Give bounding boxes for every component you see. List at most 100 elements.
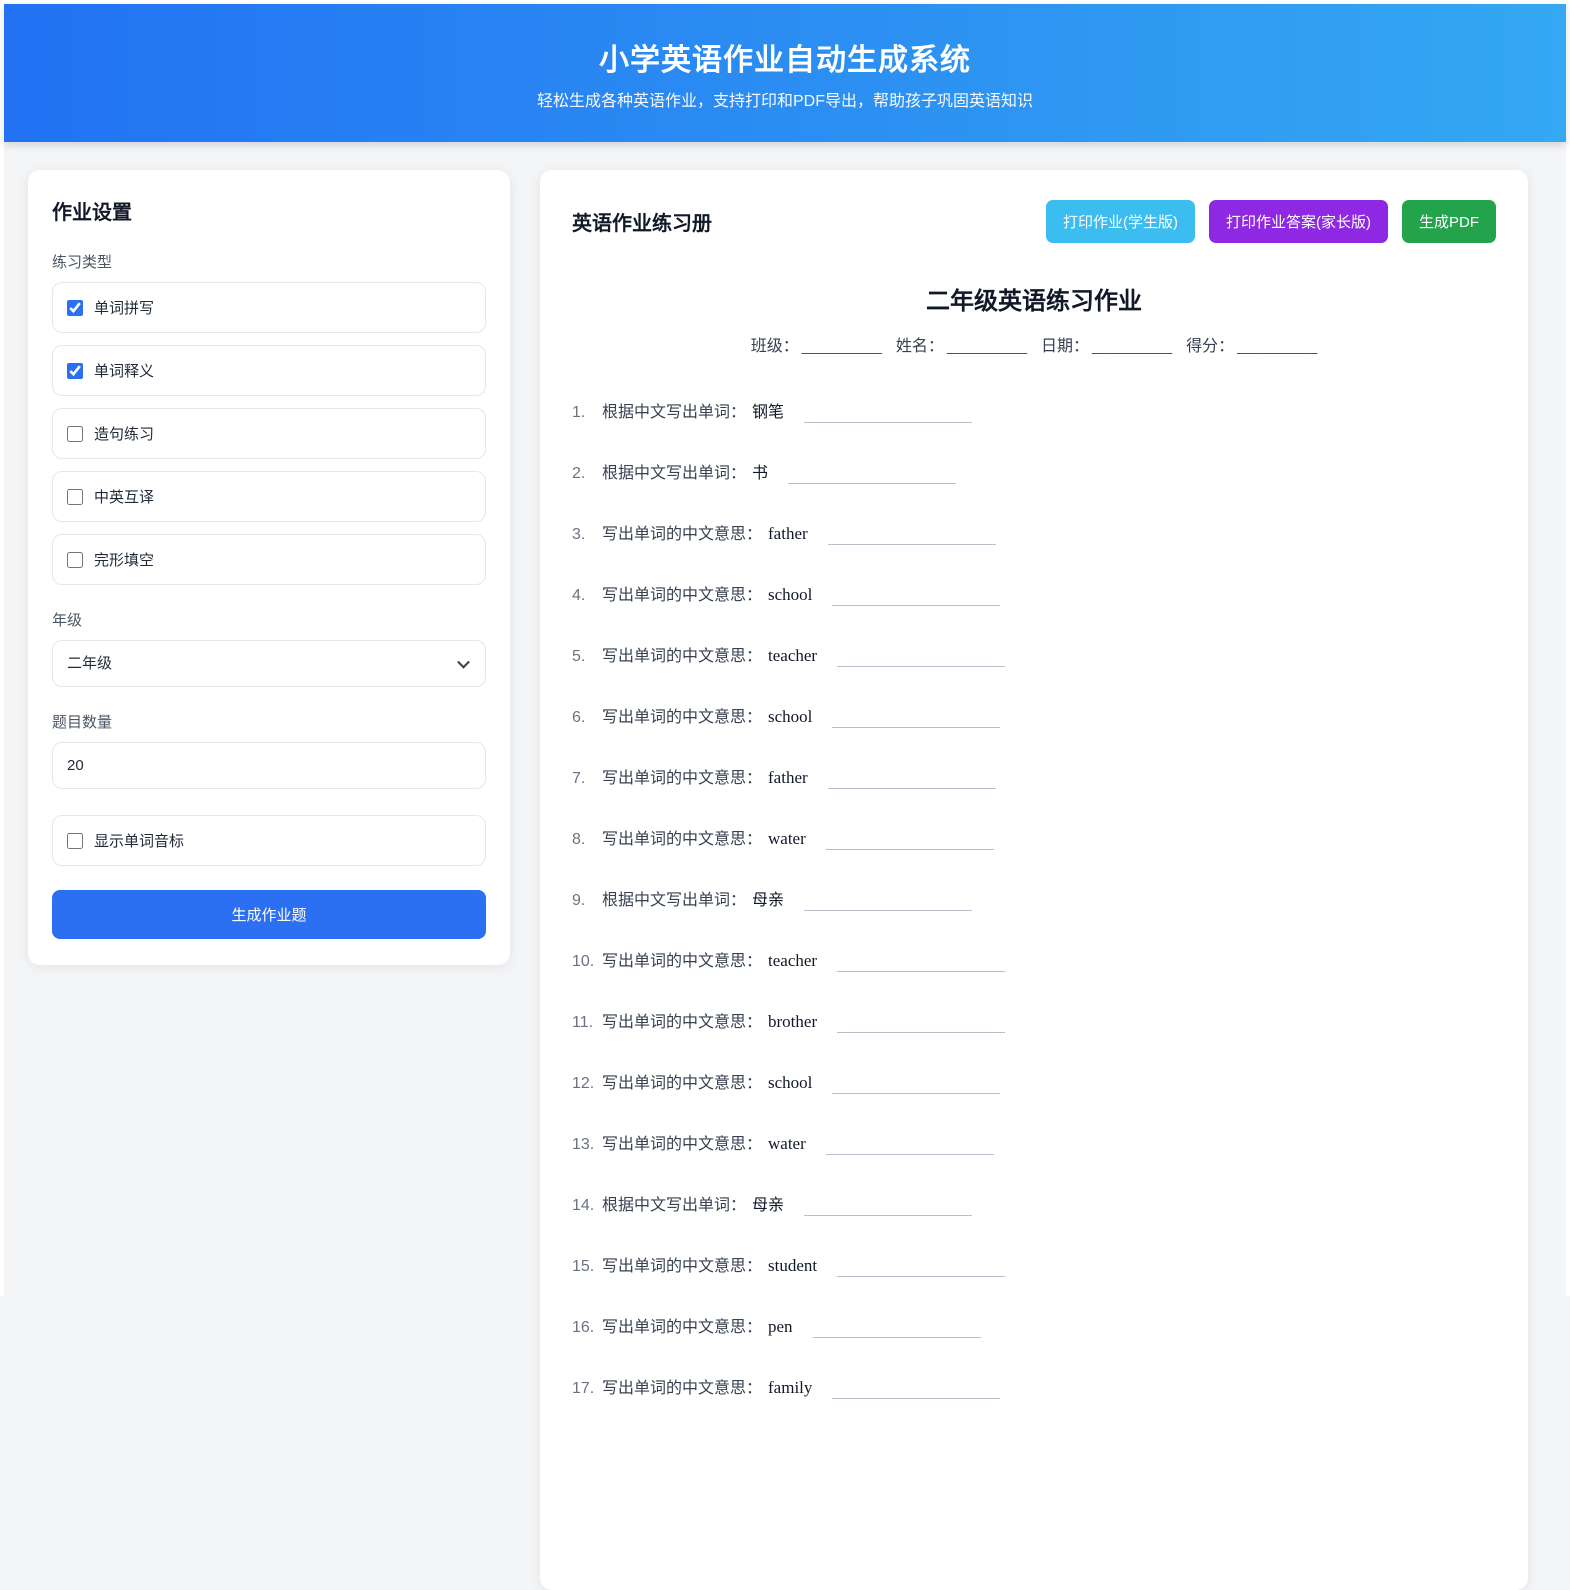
answer-blank-line xyxy=(828,775,996,789)
question-row: 7.写出单词的中文意思：father xyxy=(572,764,1496,788)
question-prompt: 写出单词的中文意思： xyxy=(602,1014,762,1031)
answer-blank-line xyxy=(826,1141,994,1155)
answer-blank-line xyxy=(826,836,994,850)
phonetic-checkbox[interactable] xyxy=(67,833,83,849)
question-word: 钢笔 xyxy=(752,404,784,421)
question-prompt: 写出单词的中文意思： xyxy=(602,648,762,665)
grade-select[interactable]: 二年级 xyxy=(52,640,486,687)
answer-blank-line xyxy=(804,897,972,911)
question-prompt: 写出单词的中文意思： xyxy=(602,1380,762,1397)
question-prompt: 写出单词的中文意思： xyxy=(602,709,762,726)
question-number: 4. xyxy=(572,587,602,605)
answer-blank-line xyxy=(832,714,1000,728)
info-field-blank: _________ xyxy=(947,338,1027,355)
info-field-label: 姓名： xyxy=(896,338,944,355)
question-row: 17.写出单词的中文意思： family xyxy=(572,1374,1496,1398)
exercise-type-option[interactable]: 单词拼写 xyxy=(52,282,486,333)
question-number: 15. xyxy=(572,1258,602,1276)
exercise-type-option[interactable]: 完形填空 xyxy=(52,534,486,585)
question-row: 12.写出单词的中文意思： school xyxy=(572,1069,1496,1093)
generate-pdf-button[interactable]: 生成PDF xyxy=(1402,200,1496,243)
exercise-type-label: 造句练习 xyxy=(94,423,154,444)
question-row: 1.根据中文写出单词：钢笔 xyxy=(572,398,1496,422)
exercise-type-checkbox[interactable] xyxy=(67,300,83,316)
question-prompt: 写出单词的中文意思： xyxy=(602,770,762,787)
exercise-type-option[interactable]: 造句练习 xyxy=(52,408,486,459)
phonetic-option-row[interactable]: 显示单词音标 xyxy=(52,815,486,866)
question-number: 7. xyxy=(572,770,602,788)
exercise-type-label: 单词释义 xyxy=(94,360,154,381)
question-list: 1.根据中文写出单词：钢笔2.根据中文写出单词：书3.写出单词的中文意思：fat… xyxy=(572,398,1496,1398)
exercise-type-option[interactable]: 中英互译 xyxy=(52,471,486,522)
question-row: 6.写出单词的中文意思： school xyxy=(572,703,1496,727)
answer-blank-line xyxy=(804,409,972,423)
question-word: water xyxy=(768,1134,806,1153)
question-row: 4.写出单词的中文意思：school xyxy=(572,581,1496,605)
app-subtitle: 轻松生成各种英语作业，支持打印和PDF导出，帮助孩子巩固英语知识 xyxy=(537,87,1033,111)
question-word: 书 xyxy=(752,465,768,482)
question-word: teacher xyxy=(768,646,817,665)
question-number: 9. xyxy=(572,892,602,910)
question-row: 16.写出单词的中文意思：pen xyxy=(572,1313,1496,1337)
exercise-type-label: 单词拼写 xyxy=(94,297,154,318)
question-prompt: 写出单词的中文意思： xyxy=(602,1136,762,1153)
question-number: 11. xyxy=(572,1014,602,1032)
grade-select-wrap: 二年级 xyxy=(52,640,486,687)
answer-blank-line xyxy=(837,1019,1005,1033)
grade-label: 年级 xyxy=(52,609,486,630)
question-number: 16. xyxy=(572,1319,602,1337)
info-field: 得分：_________ xyxy=(1186,338,1317,355)
question-prompt: 写出单词的中文意思： xyxy=(602,1075,762,1092)
question-word: teacher xyxy=(768,951,817,970)
print-student-button[interactable]: 打印作业(学生版) xyxy=(1046,200,1195,243)
answer-blank-line xyxy=(828,531,996,545)
question-prompt: 根据中文写出单词： xyxy=(602,465,746,482)
question-number: 10. xyxy=(572,953,602,971)
answer-blank-line xyxy=(788,470,956,484)
question-prompt: 写出单词的中文意思： xyxy=(602,831,762,848)
exercise-type-label: 中英互译 xyxy=(94,486,154,507)
question-row: 11.写出单词的中文意思： brother xyxy=(572,1008,1496,1032)
app-title: 小学英语作业自动生成系统 xyxy=(599,35,971,79)
count-label: 题目数量 xyxy=(52,711,486,732)
question-row: 14.根据中文写出单词： 母亲 xyxy=(572,1191,1496,1215)
question-word: brother xyxy=(768,1012,817,1031)
question-row: 2.根据中文写出单词： 书 xyxy=(572,459,1496,483)
question-prompt: 根据中文写出单词： xyxy=(602,892,746,909)
question-number: 2. xyxy=(572,465,602,483)
question-number: 6. xyxy=(572,709,602,727)
question-number: 14. xyxy=(572,1197,602,1215)
question-row: 3.写出单词的中文意思：father xyxy=(572,520,1496,544)
question-number: 12. xyxy=(572,1075,602,1093)
question-word: family xyxy=(768,1378,812,1397)
info-field: 日期：_________ xyxy=(1041,338,1172,355)
exercise-type-checkbox[interactable] xyxy=(67,426,83,442)
exercise-type-label: 完形填空 xyxy=(94,549,154,570)
question-row: 5.写出单词的中文意思：teacher xyxy=(572,642,1496,666)
info-field: 姓名：_________ xyxy=(896,338,1027,355)
question-prompt: 根据中文写出单词： xyxy=(602,1197,746,1214)
question-count-input[interactable] xyxy=(52,742,486,789)
info-field-label: 日期： xyxy=(1041,338,1089,355)
question-row: 9.根据中文写出单词：母亲 xyxy=(572,886,1496,910)
question-word: 母亲 xyxy=(752,1197,784,1214)
exercise-type-option[interactable]: 单词释义 xyxy=(52,345,486,396)
exercise-type-checkbox[interactable] xyxy=(67,552,83,568)
workbook-title: 英语作业练习册 xyxy=(572,207,712,236)
app-header: 小学英语作业自动生成系统 轻松生成各种英语作业，支持打印和PDF导出，帮助孩子巩… xyxy=(4,4,1566,142)
answer-blank-line xyxy=(813,1324,981,1338)
question-prompt: 写出单词的中文意思： xyxy=(602,1258,762,1275)
exercise-type-checkbox[interactable] xyxy=(67,489,83,505)
settings-panel: 作业设置 练习类型 单词拼写单词释义造句练习中英互译完形填空 年级 二年级 题目… xyxy=(28,170,510,965)
question-row: 15.写出单词的中文意思：student xyxy=(572,1252,1496,1276)
workbook-actions: 打印作业(学生版) 打印作业答案(家长版) 生成PDF xyxy=(1046,200,1496,243)
question-word: school xyxy=(768,585,812,604)
question-number: 17. xyxy=(572,1380,602,1398)
print-parent-button[interactable]: 打印作业答案(家长版) xyxy=(1209,200,1388,243)
question-row: 8.写出单词的中文意思：water xyxy=(572,825,1496,849)
generate-button[interactable]: 生成作业题 xyxy=(52,890,486,939)
question-word: school xyxy=(768,707,812,726)
question-word: school xyxy=(768,1073,812,1092)
exercise-type-checkbox[interactable] xyxy=(67,363,83,379)
exercise-type-label: 练习类型 xyxy=(52,251,486,272)
